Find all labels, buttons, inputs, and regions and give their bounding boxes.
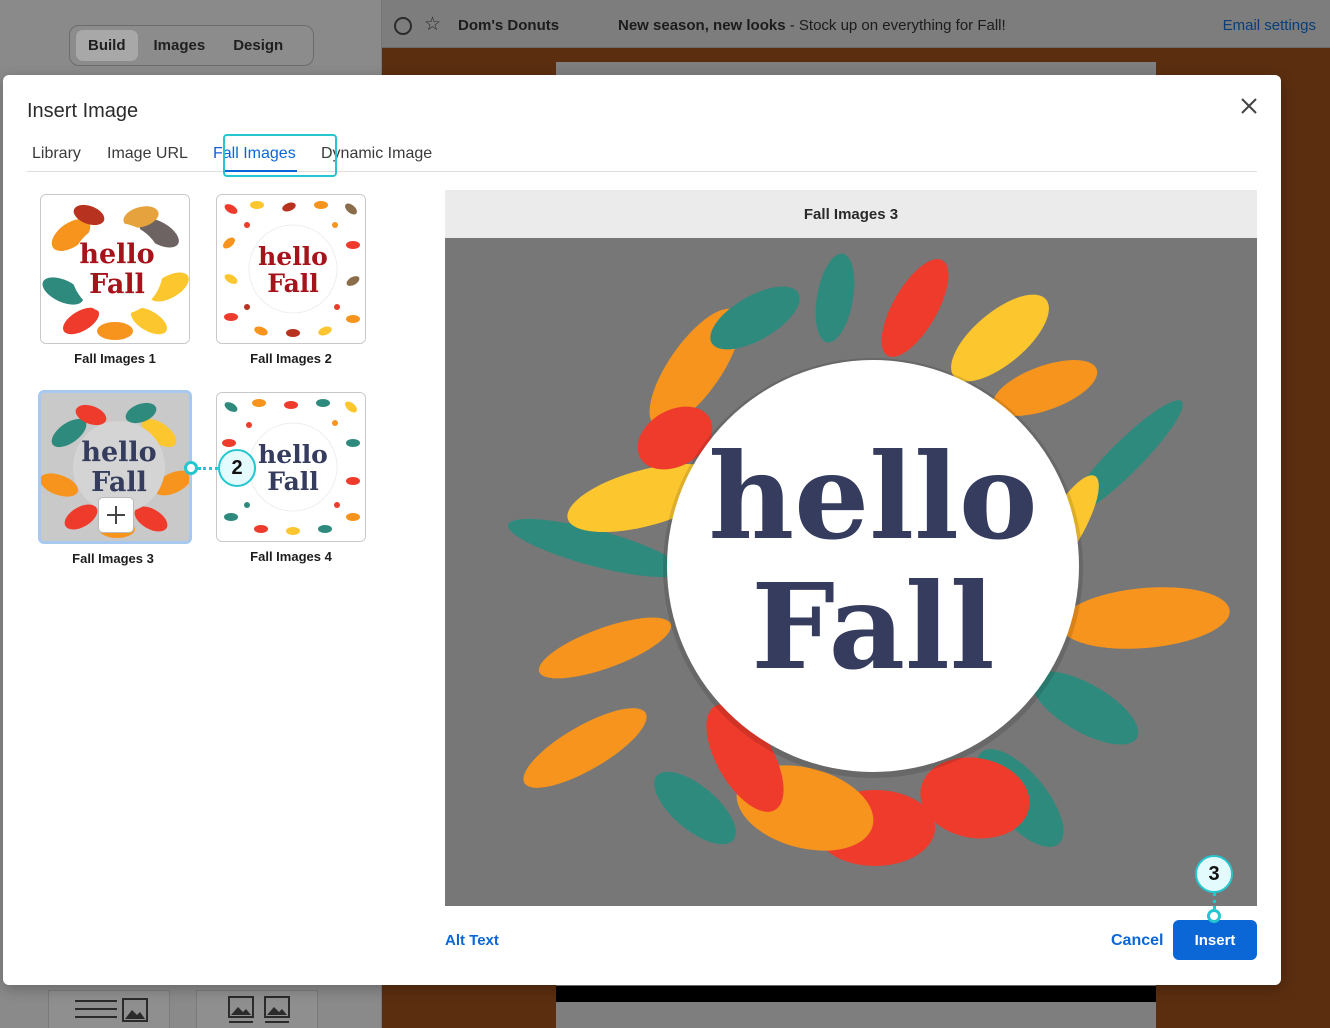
email-footer-band (556, 986, 1156, 1002)
email-from: Dom's Donuts (458, 17, 560, 34)
callout-2-connector (198, 467, 218, 470)
add-image-button[interactable] (98, 497, 134, 533)
image-thumbnail[interactable]: hello Fall Fall Images 1 (40, 194, 190, 366)
thumb-art-fall: Fall (267, 269, 319, 298)
plus-icon (107, 506, 125, 524)
alt-text-link[interactable]: Alt Text (445, 932, 499, 949)
thumb-art-fall: Fall (91, 467, 147, 498)
image-source-tabs: Library Image URL Fall Images Dynamic Im… (27, 134, 1257, 177)
callout-2-anchor (184, 461, 198, 475)
close-icon (1241, 98, 1257, 114)
preview-image: hello Fall (445, 238, 1257, 906)
thumb-art-fall: Fall (89, 269, 145, 300)
insert-image-dialog: Insert Image Library Image URL Fall Imag… (3, 75, 1281, 985)
thumbnail-image: hello Fall (38, 390, 192, 544)
callout-3-anchor (1207, 909, 1221, 923)
image-thumbnail-selected[interactable]: hello Fall Fall Images 3 (38, 390, 192, 566)
image-preview-panel: Fall Images 3 hello Fall (445, 190, 1257, 906)
thumb-art-fall: Fall (267, 467, 319, 496)
email-settings-link[interactable]: Email settings (1223, 17, 1316, 34)
thumb-art-hello: hello (79, 239, 154, 270)
thumbnail-image: hello Fall (216, 194, 366, 344)
hello-fall-artwork: hello Fall (445, 238, 1257, 906)
callout-3-connector (1213, 893, 1216, 909)
preview-title: Fall Images 3 (445, 190, 1257, 238)
thumb-art-hello: hello (258, 440, 328, 469)
thumbnail-label: Fall Images 3 (72, 551, 154, 566)
thumb-art-hello: hello (81, 437, 156, 468)
star-icon[interactable]: ☆ (424, 13, 441, 36)
layout-block-two-images[interactable] (196, 990, 318, 1028)
thumbnail-label: Fall Images 2 (250, 351, 332, 366)
thumbnail-image: hello Fall (40, 194, 190, 344)
tab-design[interactable]: Design (221, 30, 295, 61)
subject-bold: New season, new looks (618, 17, 786, 34)
two-image-layout-icon (228, 996, 290, 1023)
fall-pattern-thumbnail: hello Fall (217, 195, 365, 343)
fall-wreath-thumbnail: hello Fall (41, 195, 189, 343)
cancel-button[interactable]: Cancel (1111, 932, 1163, 950)
insert-button[interactable]: Insert (1173, 920, 1257, 960)
thumb-art-hello: hello (258, 242, 328, 271)
tab-highlight-ring (223, 134, 337, 177)
thumbnail-label: Fall Images 1 (74, 351, 156, 366)
tab-build[interactable]: Build (76, 30, 138, 61)
tab-library[interactable]: Library (32, 135, 81, 172)
dialog-title: Insert Image (27, 100, 139, 122)
email-body-bottom (556, 1002, 1156, 1028)
preview-art-hello: hello (708, 427, 1037, 566)
text-image-layout-icon (75, 998, 148, 1022)
close-button[interactable] (1238, 95, 1260, 117)
callout-2-badge: 2 (218, 449, 256, 487)
email-subject: New season, new looks - Stock up on ever… (618, 17, 1006, 34)
select-radio-icon[interactable] (394, 17, 412, 35)
tab-images[interactable]: Images (142, 30, 218, 61)
builder-mode-tabs: Build Images Design (69, 25, 314, 66)
image-thumbnail[interactable]: hello Fall Fall Images 2 (216, 194, 366, 366)
thumbnail-label: Fall Images 4 (250, 549, 332, 564)
tab-dynamic-image[interactable]: Dynamic Image (321, 135, 432, 172)
tab-image-url[interactable]: Image URL (107, 135, 188, 172)
callout-3-badge: 3 (1195, 855, 1233, 893)
subject-rest: - Stock up on everything for Fall! (785, 17, 1006, 34)
layout-block-text-image[interactable] (48, 990, 170, 1028)
preview-art-fall: Fall (751, 557, 994, 696)
